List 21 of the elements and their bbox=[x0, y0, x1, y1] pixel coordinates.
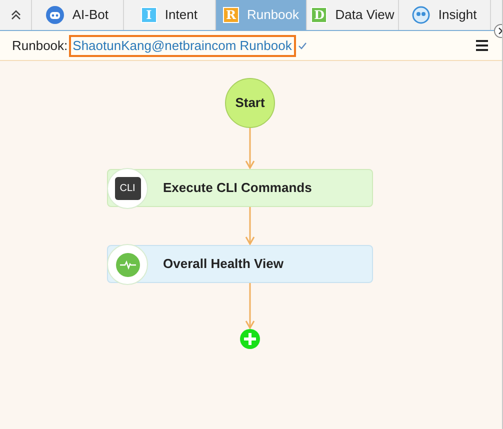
start-node[interactable]: Start bbox=[225, 78, 275, 128]
tab[interactable]: D Data View bbox=[307, 0, 400, 30]
letter-icon: D bbox=[311, 7, 328, 23]
menu-icon[interactable] bbox=[476, 40, 488, 51]
heartbeat-icon bbox=[116, 252, 140, 276]
runbook-selector[interactable]: ShaotunKang@netbraincom Runbook bbox=[68, 34, 296, 56]
tab[interactable]: Insight bbox=[399, 0, 491, 30]
robot-icon bbox=[46, 6, 64, 24]
letter-icon: R bbox=[222, 7, 239, 23]
letter-icon: I bbox=[140, 7, 157, 23]
connector-arrow bbox=[245, 207, 255, 245]
step-node[interactable]: CLI Execute CLI Commands bbox=[107, 169, 373, 207]
runbook-label: Runbook: bbox=[12, 36, 68, 55]
checkmark-icon bbox=[298, 42, 307, 50]
step-node[interactable]: Overall Health View bbox=[107, 245, 373, 283]
tab[interactable]: I Intent bbox=[124, 0, 216, 30]
cli-icon: CLI bbox=[114, 177, 140, 200]
tab[interactable]: AI-Bot bbox=[32, 0, 124, 30]
double-chevron-up-icon bbox=[10, 9, 22, 21]
connector-arrow bbox=[245, 128, 255, 169]
connector-arrow bbox=[245, 283, 255, 329]
